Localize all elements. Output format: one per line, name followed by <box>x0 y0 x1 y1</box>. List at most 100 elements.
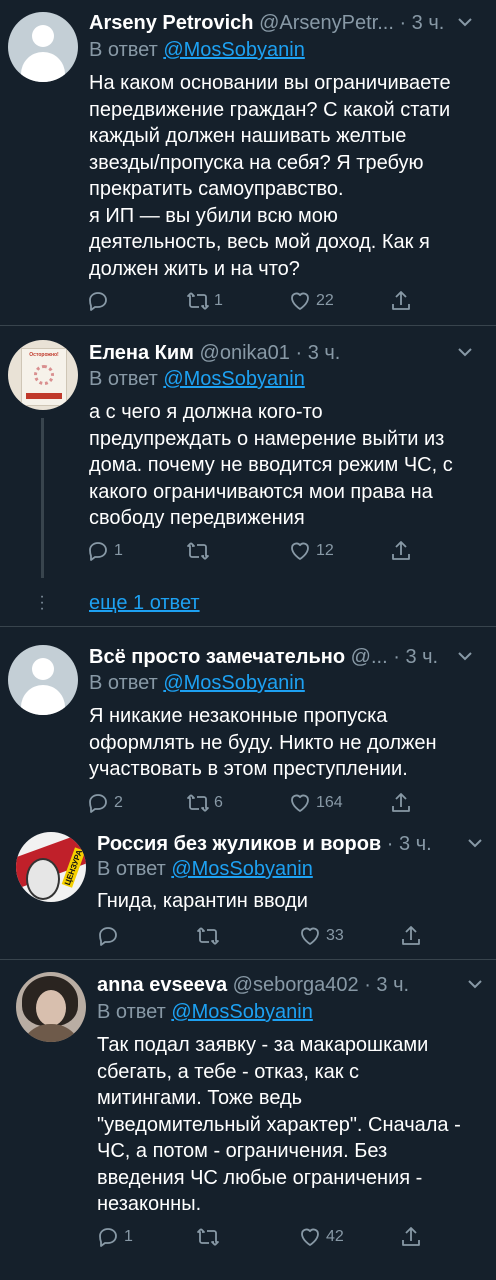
author-handle[interactable]: @... <box>351 646 388 668</box>
share-icon <box>392 541 410 560</box>
reply-mention-link[interactable]: @MosSobyanin <box>163 368 304 390</box>
like-count: 22 <box>316 292 334 309</box>
like-button[interactable]: 12 <box>288 538 334 564</box>
avatar-face-shape <box>26 858 60 900</box>
retweet-icon <box>187 542 209 560</box>
like-button[interactable]: 22 <box>288 288 334 314</box>
avatar[interactable]: Осторожно! <box>8 340 78 410</box>
heart-icon <box>291 794 309 812</box>
like-button[interactable]: 42 <box>298 1224 344 1250</box>
reply-context: В ответ @MosSobyanin <box>97 857 313 881</box>
like-button[interactable]: 164 <box>288 790 343 816</box>
author-name[interactable]: Всё просто замечательно <box>89 646 345 668</box>
retweet-button[interactable] <box>196 1224 224 1250</box>
share-button[interactable] <box>399 923 423 949</box>
reply-icon <box>99 927 117 946</box>
retweet-button[interactable]: 1 <box>186 288 223 314</box>
reply-context: В ответ @MosSobyanin <box>89 671 305 695</box>
like-button[interactable]: 33 <box>298 923 344 949</box>
author-name[interactable]: Arseny Petrovich <box>89 12 254 34</box>
timestamp[interactable]: 3 ч. <box>412 12 445 34</box>
reply-mention-link[interactable]: @MosSobyanin <box>163 672 304 694</box>
tweet-card[interactable]: Всё просто замечательно @... · 3 ч. В от… <box>0 627 496 823</box>
reply-icon <box>89 542 107 561</box>
tweet-card[interactable]: Arseny Petrovich @ArsenyPetr... · 3 ч. В… <box>0 0 496 325</box>
action-bar: 1 12 <box>0 538 496 564</box>
like-count: 33 <box>326 927 344 944</box>
separator-dot: · <box>364 974 371 996</box>
retweet-button[interactable] <box>186 538 214 564</box>
author-handle[interactable]: @onika01 <box>200 342 290 364</box>
avatar-face-shape <box>36 990 66 1026</box>
reply-button[interactable]: 1 <box>96 1224 133 1250</box>
retweet-count: 6 <box>214 794 223 811</box>
reply-button[interactable]: 2 <box>86 790 123 816</box>
retweet-icon <box>197 927 219 945</box>
share-icon <box>392 793 410 812</box>
action-bar: 33 <box>0 923 496 949</box>
reply-count: 2 <box>114 794 123 811</box>
separator-dot: · <box>399 12 407 34</box>
more-replies-dots: · · · <box>39 588 45 617</box>
reply-prefix: В ответ <box>97 1001 166 1023</box>
avatar-shoulders-shape <box>20 1024 82 1042</box>
avatar[interactable] <box>8 12 78 82</box>
retweet-icon <box>187 794 209 812</box>
chevron-down-icon[interactable] <box>456 13 474 36</box>
reply-button[interactable] <box>86 288 114 314</box>
virus-graphic <box>34 365 54 385</box>
avatar[interactable] <box>16 972 86 1042</box>
avatar-poster-title: Осторожно! <box>29 352 59 358</box>
chevron-down-icon[interactable] <box>466 834 484 857</box>
heart-icon <box>301 927 319 945</box>
author-handle[interactable]: @seborga402 <box>233 974 359 996</box>
retweet-button[interactable] <box>196 923 224 949</box>
tweet-text: На каком основании вы ограничиваете пере… <box>89 72 451 280</box>
tweet-header: Arseny Petrovich @ArsenyPetr... · 3 ч. <box>89 11 444 35</box>
timestamp[interactable]: 3 ч. <box>308 342 341 364</box>
reply-mention-link[interactable]: @MosSobyanin <box>171 1001 312 1023</box>
avatar[interactable]: ЦЕНЗУРА <box>16 832 86 902</box>
share-button[interactable] <box>389 790 413 816</box>
reply-context: В ответ @MosSobyanin <box>89 367 305 391</box>
like-count: 12 <box>316 542 334 559</box>
tweet-card[interactable]: Осторожно! Елена Ким @onika01 · 3 ч. В о… <box>0 326 496 626</box>
author-handle[interactable]: @ArsenyPetr... <box>259 12 394 34</box>
like-count: 42 <box>326 1228 344 1245</box>
share-button[interactable] <box>389 288 413 314</box>
tweet-card[interactable]: ЦЕНЗУРА Россия без жуликов и воров · 3 ч… <box>0 823 496 959</box>
reply-prefix: В ответ <box>89 368 158 390</box>
chevron-down-icon[interactable] <box>456 343 474 366</box>
timestamp[interactable]: 3 ч. <box>376 974 409 996</box>
separator-dot: · <box>386 833 394 855</box>
author-name[interactable]: Россия без жуликов и воров <box>97 833 381 855</box>
share-button[interactable] <box>389 538 413 564</box>
reply-button[interactable] <box>96 923 124 949</box>
share-icon <box>402 1227 420 1246</box>
tweet-text: Гнида, карантин вводи <box>97 890 308 912</box>
chevron-down-icon[interactable] <box>466 975 484 998</box>
reply-count: 1 <box>114 542 123 559</box>
reply-mention-link[interactable]: @MosSobyanin <box>163 39 304 61</box>
author-name[interactable]: Елена Ким <box>89 342 194 364</box>
timestamp[interactable]: 3 ч. <box>399 833 432 855</box>
share-button[interactable] <box>399 1224 423 1250</box>
chevron-down-icon[interactable] <box>456 647 474 670</box>
reply-context: В ответ @MosSobyanin <box>89 38 305 62</box>
show-more-replies-link[interactable]: еще 1 ответ <box>89 592 200 615</box>
heart-icon <box>291 292 309 310</box>
heart-icon <box>291 542 309 560</box>
avatar[interactable] <box>8 645 78 715</box>
reply-context: В ответ @MosSobyanin <box>97 1000 313 1024</box>
retweet-count: 1 <box>214 292 223 309</box>
like-count: 164 <box>316 794 343 811</box>
reply-mention-link[interactable]: @MosSobyanin <box>171 858 312 880</box>
tweet-header: Всё просто замечательно @... · 3 ч. <box>89 645 438 669</box>
reply-button[interactable]: 1 <box>86 538 123 564</box>
retweet-icon <box>197 1228 219 1246</box>
author-name[interactable]: anna evseeva <box>97 974 227 996</box>
reply-count: 1 <box>124 1228 133 1245</box>
tweet-card[interactable]: anna evseeva @seborga402 · 3 ч. В ответ … <box>0 960 496 1280</box>
retweet-button[interactable]: 6 <box>186 790 223 816</box>
timestamp[interactable]: 3 ч. <box>405 646 438 668</box>
